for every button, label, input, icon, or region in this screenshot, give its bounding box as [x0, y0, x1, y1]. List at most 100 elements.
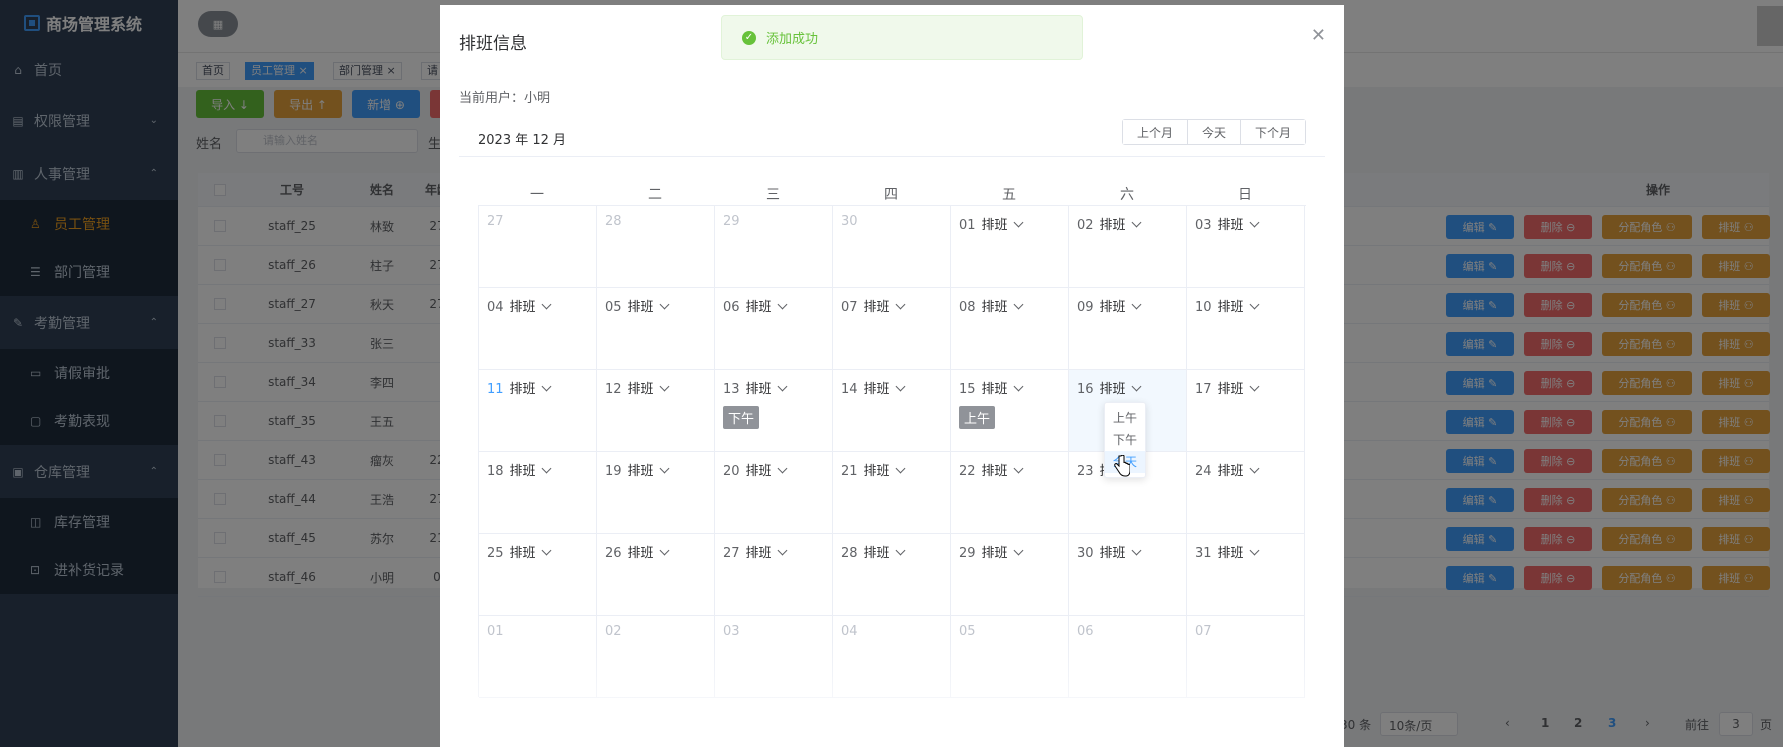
calendar-day-cell[interactable]: 01 排班 [951, 206, 1069, 288]
chevron-down-icon [659, 545, 670, 556]
dialog-title: 排班信息 [459, 34, 527, 54]
calendar-day-cell[interactable]: 29 [715, 206, 833, 288]
schedule-label: 排班 [627, 382, 654, 397]
day-number: 17 [1195, 382, 1212, 397]
schedule-dropdown-trigger[interactable]: 排班 [1218, 381, 1260, 397]
day-number: 23 [1077, 464, 1094, 479]
calendar-day-cell[interactable]: 17 排班 [1187, 370, 1305, 452]
schedule-dropdown-trigger[interactable]: 排班 [1100, 545, 1142, 561]
schedule-dropdown-trigger[interactable]: 排班 [746, 463, 788, 479]
prev-month-button[interactable]: 上个月 [1122, 120, 1188, 144]
calendar-day-cell[interactable]: 14 排班 [833, 370, 951, 452]
calendar-day-cell[interactable]: 30 排班 [1069, 534, 1187, 616]
dropdown-item-afternoon[interactable]: 下午 [1105, 429, 1145, 451]
day-number: 24 [1195, 464, 1212, 479]
calendar-day-cell[interactable]: 11 排班 [479, 370, 597, 452]
day-number: 29 [723, 214, 740, 229]
schedule-dropdown-trigger[interactable]: 排班 [982, 299, 1024, 315]
chevron-down-icon [1249, 217, 1260, 228]
calendar-day-cell[interactable]: 05 排班 [597, 288, 715, 370]
schedule-dialog: 排班信息 ✕ 当前用户：小明 2023 年 12 月 上个月 今天 下个月 一 二… [440, 5, 1344, 747]
calendar-day-cell[interactable]: 09 排班 [1069, 288, 1187, 370]
schedule-dropdown-trigger[interactable]: 排班 [746, 545, 788, 561]
day-number: 03 [723, 624, 740, 639]
day-number: 07 [1195, 624, 1212, 639]
schedule-dropdown-trigger[interactable]: 排班 [746, 381, 788, 397]
calendar-day-cell[interactable]: 22 排班 [951, 452, 1069, 534]
calendar-day-cell[interactable]: 30 [833, 206, 951, 288]
shift-badge: 上午 [959, 406, 996, 429]
day-number: 14 [841, 382, 858, 397]
chevron-down-icon [541, 299, 552, 310]
calendar-day-cell[interactable]: 04 排班 [479, 288, 597, 370]
schedule-label: 排班 [981, 218, 1008, 233]
calendar-day-cell[interactable]: 10 排班 [1187, 288, 1305, 370]
chevron-down-icon [1249, 545, 1260, 556]
calendar-day-cell[interactable]: 02 排班 [1069, 206, 1187, 288]
day-number: 11 [487, 382, 504, 397]
schedule-dropdown-trigger[interactable]: 排班 [628, 299, 670, 315]
schedule-dropdown-trigger[interactable]: 排班 [864, 545, 906, 561]
schedule-dropdown-trigger[interactable]: 排班 [510, 463, 552, 479]
chevron-down-icon [659, 381, 670, 392]
calendar-day-cell[interactable]: 06 排班 [715, 288, 833, 370]
calendar-day-cell[interactable]: 27 排班 [715, 534, 833, 616]
chevron-down-icon [895, 545, 906, 556]
calendar-day-cell[interactable]: 20 排班 [715, 452, 833, 534]
schedule-dropdown-trigger[interactable]: 排班 [627, 381, 670, 397]
dropdown-item-morning[interactable]: 上午 [1105, 407, 1145, 429]
schedule-label: 排班 [627, 464, 654, 479]
calendar-day-cell[interactable]: 24 排班 [1187, 452, 1305, 534]
success-toast: ✓ 添加成功 [721, 15, 1083, 60]
chevron-down-icon [777, 381, 788, 392]
calendar-day-cell[interactable]: 15 排班 上午 [951, 370, 1069, 452]
schedule-dropdown-trigger[interactable]: 排班 [1100, 381, 1142, 397]
calendar-day-cell[interactable]: 27 [479, 206, 597, 288]
calendar-day-cell[interactable]: 28 排班 [833, 534, 951, 616]
schedule-dropdown-trigger[interactable]: 排班 [982, 381, 1024, 397]
calendar-day-cell[interactable]: 29 排班 [951, 534, 1069, 616]
schedule-dropdown-trigger[interactable]: 排班 [628, 545, 670, 561]
calendar-day-cell[interactable]: 21 排班 [833, 452, 951, 534]
schedule-dropdown-trigger[interactable]: 排班 [1217, 545, 1260, 561]
schedule-label: 排班 [1217, 546, 1244, 561]
chevron-down-icon [1013, 299, 1024, 310]
calendar-day-cell[interactable]: 12 排班 [597, 370, 715, 452]
day-number: 30 [1077, 546, 1094, 561]
schedule-dropdown-trigger[interactable]: 排班 [510, 299, 552, 315]
schedule-dropdown-trigger[interactable]: 排班 [864, 381, 906, 397]
schedule-dropdown-trigger[interactable]: 排班 [510, 545, 552, 561]
calendar-day-cell[interactable]: 13 排班 下午 [715, 370, 833, 452]
today-button[interactable]: 今天 [1187, 120, 1241, 144]
schedule-dropdown-trigger[interactable]: 排班 [981, 545, 1024, 561]
schedule-dropdown-trigger[interactable]: 排班 [627, 463, 670, 479]
weekday-label: 日 [1238, 187, 1252, 203]
schedule-label: 排班 [863, 300, 890, 315]
calendar-day-cell[interactable]: 26 排班 [597, 534, 715, 616]
schedule-dropdown-trigger[interactable]: 排班 [1218, 463, 1260, 479]
weekday-label: 四 [884, 187, 898, 203]
schedule-label: 排班 [863, 464, 890, 479]
day-number: 05 [959, 624, 976, 639]
calendar-day-cell[interactable]: 07 排班 [833, 288, 951, 370]
calendar-day-cell[interactable]: 25 排班 [479, 534, 597, 616]
calendar-day-cell[interactable]: 03 排班 [1187, 206, 1305, 288]
schedule-dropdown-trigger[interactable]: 排班 [746, 299, 788, 315]
schedule-dropdown-trigger[interactable]: 排班 [1218, 299, 1260, 315]
schedule-label: 排班 [981, 546, 1008, 561]
schedule-dropdown-trigger[interactable]: 排班 [863, 463, 906, 479]
calendar-day-cell[interactable]: 19 排班 [597, 452, 715, 534]
schedule-dropdown-trigger[interactable]: 排班 [1100, 299, 1142, 315]
calendar-day-cell[interactable]: 31 排班 [1187, 534, 1305, 616]
close-icon[interactable]: ✕ [1311, 25, 1326, 46]
calendar-day-cell[interactable]: 18 排班 [479, 452, 597, 534]
schedule-dropdown-trigger[interactable]: 排班 [1100, 217, 1142, 233]
schedule-dropdown-trigger[interactable]: 排班 [863, 299, 906, 315]
calendar-day-cell[interactable]: 28 [597, 206, 715, 288]
schedule-dropdown-trigger[interactable]: 排班 [510, 381, 552, 397]
schedule-dropdown-trigger[interactable]: 排班 [982, 463, 1024, 479]
next-month-button[interactable]: 下个月 [1240, 120, 1305, 144]
schedule-dropdown-trigger[interactable]: 排班 [1218, 217, 1260, 233]
schedule-dropdown-trigger[interactable]: 排班 [981, 217, 1024, 233]
calendar-day-cell[interactable]: 08 排班 [951, 288, 1069, 370]
